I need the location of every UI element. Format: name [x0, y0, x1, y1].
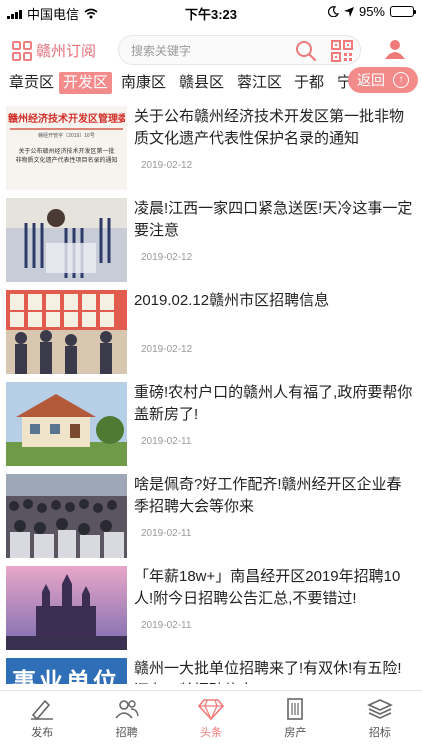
nav-headlines[interactable]: 头条	[169, 691, 253, 750]
list-item[interactable]: 2019.02.12赣州市区招聘信息 2019-02-12	[0, 290, 422, 374]
arrow-up-icon: ↑	[393, 72, 409, 88]
article-thumbnail	[6, 382, 127, 466]
article-title: 啥是佩奇?好工作配齐!赣州经开区企业春季招聘大会等你来	[134, 476, 402, 515]
nav-bidding[interactable]: 招标	[338, 691, 422, 750]
tab-ganxian[interactable]: 赣县区	[175, 72, 228, 94]
layers-icon	[366, 699, 393, 719]
list-item[interactable]: 啥是佩奇?好工作配齐!赣州经开区企业春季招聘大会等你来 2019-02-11	[0, 474, 422, 558]
article-title: 赣州一大批单位招聘来了!有双休!有五险!还有工龄招聘信息!	[134, 660, 402, 684]
diamond-icon	[198, 699, 225, 721]
brand[interactable]: 赣州订阅	[12, 40, 96, 61]
article-thumbnail: 赣州经济技术开发区管理委员会 赣经开管字〔2019〕16号 关于公布赣州经济技术…	[6, 106, 127, 190]
header: 赣州订阅	[0, 28, 422, 72]
tab-nankang[interactable]: 南康区	[117, 72, 170, 94]
article-title: 关于公布赣州经济技术开发区第一批非物质文化遗产代表性保护名录的通知	[134, 108, 405, 147]
battery-percent: 95%	[358, 4, 385, 19]
tab-kaifaqu[interactable]: 开发区	[59, 72, 113, 94]
article-thumbnail: 事业单位	[6, 658, 127, 684]
search-icon[interactable]	[295, 40, 317, 62]
article-title: 「年薪18w+」南昌经开区2019年招聘10人!附今日招聘公告汇总,不要错过!	[134, 568, 401, 607]
search-input[interactable]	[131, 42, 291, 60]
nav-label: 房产	[284, 727, 307, 739]
doc-number: 赣经开管字〔2019〕16号	[38, 133, 95, 139]
tab-rongjiang[interactable]: 蓉江区	[233, 72, 286, 94]
battery-icon	[390, 6, 416, 17]
bottom-navigation: 发布 招聘 头条 房产 招标	[0, 690, 422, 750]
list-item[interactable]: 重磅!农村户口的赣州人有福了,政府要帮你盖新房了! 2019-02-11	[0, 382, 422, 466]
nav-label: 发布	[31, 727, 54, 739]
back-button-label: 返回	[357, 72, 385, 88]
article-title: 重磅!农村户口的赣州人有福了,政府要帮你盖新房了!	[134, 384, 413, 423]
pen-icon	[31, 699, 54, 721]
doc-line-2: 非物质文化遗产代表性项目名录的通知	[15, 158, 118, 164]
banner-text: 事业单位	[12, 669, 120, 684]
article-thumbnail	[6, 474, 127, 558]
tab-yudu[interactable]: 于都	[290, 72, 328, 94]
list-item[interactable]: 「年薪18w+」南昌经开区2019年招聘10人!附今日招聘公告汇总,不要错过! …	[0, 566, 422, 650]
status-bar: 中国电信 下午3:23 95%	[0, 0, 422, 22]
list-item[interactable]: 赣州经济技术开发区管理委员会 赣经开管字〔2019〕16号 关于公布赣州经济技术…	[0, 106, 422, 190]
list-item[interactable]: 凌晨!江西一家四口紧急送医!天冷这事一定要注意 2019-02-12	[0, 198, 422, 282]
article-thumbnail	[6, 198, 127, 282]
nav-label: 头条	[200, 727, 223, 739]
article-date: 2019-02-12	[141, 160, 193, 171]
article-date: 2019-02-11	[141, 620, 192, 631]
nav-label: 招标	[368, 727, 391, 739]
article-thumbnail	[6, 290, 127, 374]
moon-icon	[327, 6, 339, 17]
user-profile-icon[interactable]	[384, 38, 406, 60]
building-icon	[287, 698, 304, 720]
people-icon	[114, 700, 139, 719]
doc-heading: 赣州经济技术开发区管理委员会	[8, 114, 125, 125]
qr-scan-icon[interactable]	[331, 40, 353, 62]
nav-publish[interactable]: 发布	[0, 691, 84, 750]
article-date: 2019-02-12	[141, 252, 193, 263]
article-date: 2019-02-12	[141, 344, 193, 355]
house-photo	[6, 382, 127, 466]
castle-photo	[6, 566, 127, 650]
job-fair-photo	[6, 474, 127, 558]
nav-property[interactable]: 房产	[253, 691, 337, 750]
doc-line-1: 关于公布赣州经济技术开发区第一批	[18, 149, 115, 155]
tab-zhanggong[interactable]: 章贡区	[5, 72, 58, 94]
article-title: 2019.02.12赣州市区招聘信息	[134, 292, 330, 309]
article-title: 凌晨!江西一家四口紧急送医!天冷这事一定要注意	[134, 200, 413, 239]
hospital-photo	[6, 198, 127, 282]
nav-label: 招聘	[115, 727, 138, 739]
back-button[interactable]: 返回 ↑	[348, 67, 418, 93]
article-date: 2019-02-11	[141, 436, 192, 447]
article-date: 2019-02-11	[141, 528, 192, 539]
brand-title: 赣州订阅	[36, 43, 97, 60]
list-item[interactable]: 事业单位 赣州一大批单位招聘来了!有双休!有五险!还有工龄招聘信息!	[0, 658, 422, 684]
article-thumbnail	[6, 566, 127, 650]
recruitment-board-photo	[6, 290, 127, 374]
nav-recruit[interactable]: 招聘	[84, 691, 168, 750]
article-list: 赣州经济技术开发区管理委员会 赣经开管字〔2019〕16号 关于公布赣州经济技术…	[0, 106, 422, 684]
grid-app-icon	[12, 40, 32, 61]
search-bar[interactable]	[118, 35, 361, 65]
location-icon	[343, 6, 354, 17]
